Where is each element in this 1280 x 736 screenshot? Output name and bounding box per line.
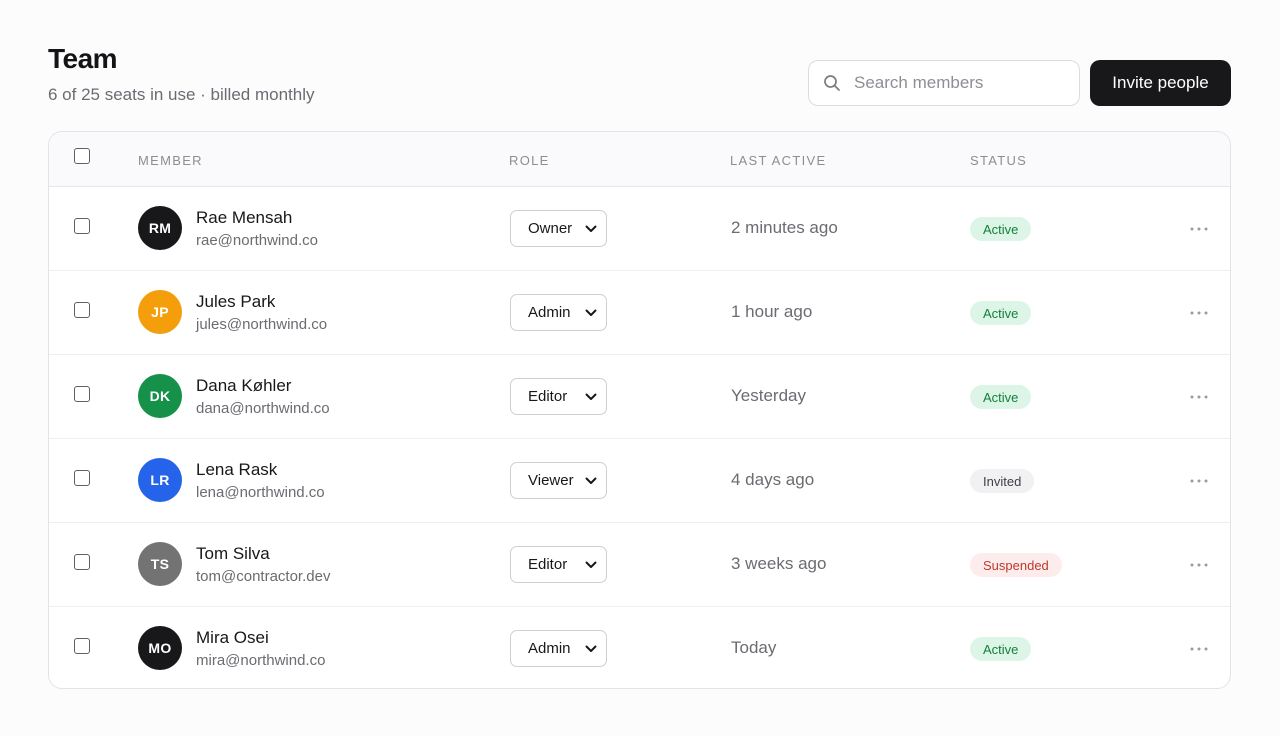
invite-people-button[interactable]: Invite people — [1090, 60, 1231, 106]
role-select[interactable]: Editor — [510, 546, 607, 583]
table-row: TS Tom Silva tom@contractor.dev Editor 3… — [49, 523, 1230, 607]
row-checkbox[interactable] — [74, 302, 90, 318]
page-title: Team — [48, 43, 118, 74]
member-email: lena@northwind.co — [196, 484, 325, 501]
row-actions-button[interactable] — [1187, 553, 1211, 577]
search-input[interactable] — [854, 73, 1074, 93]
row-checkbox[interactable] — [74, 638, 90, 654]
role-select-value: Editor — [528, 556, 568, 573]
page-header: Team 6 of 25 seats in use · billed month… — [48, 0, 1231, 131]
last-active: Yesterday — [731, 386, 806, 405]
last-active: 4 days ago — [731, 470, 815, 489]
member-email: tom@contractor.dev — [196, 568, 331, 585]
row-checkbox[interactable] — [74, 386, 90, 402]
column-header-status[interactable]: STATUS — [970, 153, 1027, 168]
avatar: RM — [138, 206, 182, 250]
avatar: TS — [138, 542, 182, 586]
member-email: dana@northwind.co — [196, 400, 330, 417]
table-row: JP Jules Park jules@northwind.co Admin 1… — [49, 271, 1230, 355]
role-select-value: Admin — [528, 640, 571, 657]
chevron-down-icon — [585, 392, 597, 402]
role-select-value: Viewer — [528, 472, 574, 489]
member-email: rae@northwind.co — [196, 232, 318, 249]
column-header-member[interactable]: MEMBER — [138, 153, 203, 168]
last-active: 3 weeks ago — [731, 554, 827, 573]
member-name: Dana Køhler — [196, 376, 292, 395]
members-table: MEMBER ROLE LAST ACTIVE STATUS RM Rae Me… — [48, 131, 1231, 689]
more-horizontal-icon — [1190, 647, 1208, 651]
status-badge: Suspended — [970, 553, 1062, 577]
table-row: LR Lena Rask lena@northwind.co Viewer 4 … — [49, 439, 1230, 523]
more-horizontal-icon — [1190, 479, 1208, 483]
row-actions-button[interactable] — [1187, 469, 1211, 493]
table-row: DK Dana Køhler dana@northwind.co Editor … — [49, 355, 1230, 439]
row-actions-button[interactable] — [1187, 217, 1211, 241]
row-checkbox[interactable] — [74, 470, 90, 486]
status-badge: Active — [970, 637, 1032, 661]
row-actions-button[interactable] — [1187, 385, 1211, 409]
avatar: JP — [138, 290, 182, 334]
role-select[interactable]: Admin — [510, 630, 607, 667]
role-select-value: Owner — [528, 220, 573, 237]
role-select-value: Editor — [528, 388, 568, 405]
chevron-down-icon — [585, 476, 597, 486]
avatar: MO — [138, 626, 182, 670]
role-select[interactable]: Admin — [510, 294, 607, 331]
member-name: Tom Silva — [196, 544, 270, 563]
status-badge: Active — [970, 385, 1032, 409]
table-body: RM Rae Mensah rae@northwind.co Owner 2 m… — [49, 187, 1230, 688]
member-name: Lena Rask — [196, 460, 278, 479]
member-name: Jules Park — [196, 292, 276, 311]
row-checkbox[interactable] — [74, 554, 90, 570]
role-select[interactable]: Viewer — [510, 462, 607, 499]
last-active: 2 minutes ago — [731, 218, 838, 237]
chevron-down-icon — [585, 308, 597, 318]
row-actions-button[interactable] — [1187, 301, 1211, 325]
member-name: Mira Osei — [196, 628, 269, 647]
table-header: MEMBER ROLE LAST ACTIVE STATUS — [49, 132, 1230, 187]
chevron-down-icon — [585, 224, 597, 234]
role-select[interactable]: Editor — [510, 378, 607, 415]
avatar: LR — [138, 458, 182, 502]
status-badge: Invited — [970, 469, 1035, 493]
avatar: DK — [138, 374, 182, 418]
table-row: RM Rae Mensah rae@northwind.co Owner 2 m… — [49, 187, 1230, 271]
status-badge: Active — [970, 217, 1032, 241]
column-header-last-active[interactable]: LAST ACTIVE — [730, 153, 826, 168]
more-horizontal-icon — [1190, 395, 1208, 399]
member-email: mira@northwind.co — [196, 652, 326, 669]
member-email: jules@northwind.co — [196, 316, 328, 333]
team-page: Team 6 of 25 seats in use · billed month… — [48, 0, 1231, 689]
last-active: 1 hour ago — [731, 302, 813, 321]
role-select[interactable]: Owner — [510, 210, 607, 247]
search-box[interactable] — [808, 60, 1080, 106]
seats-summary: 6 of 25 seats in use · billed monthly — [48, 85, 315, 104]
member-name: Rae Mensah — [196, 208, 293, 227]
last-active: Today — [731, 638, 777, 657]
row-checkbox[interactable] — [74, 218, 90, 234]
more-horizontal-icon — [1190, 227, 1208, 231]
row-actions-button[interactable] — [1187, 637, 1211, 661]
chevron-down-icon — [585, 560, 597, 570]
status-badge: Active — [970, 301, 1032, 325]
chevron-down-icon — [585, 644, 597, 654]
column-header-role[interactable]: ROLE — [509, 153, 550, 168]
table-row: MO Mira Osei mira@northwind.co Admin Tod… — [49, 607, 1230, 688]
more-horizontal-icon — [1190, 563, 1208, 567]
search-icon — [823, 74, 841, 92]
more-horizontal-icon — [1190, 311, 1208, 315]
role-select-value: Admin — [528, 304, 571, 321]
select-all-checkbox[interactable] — [74, 148, 90, 164]
